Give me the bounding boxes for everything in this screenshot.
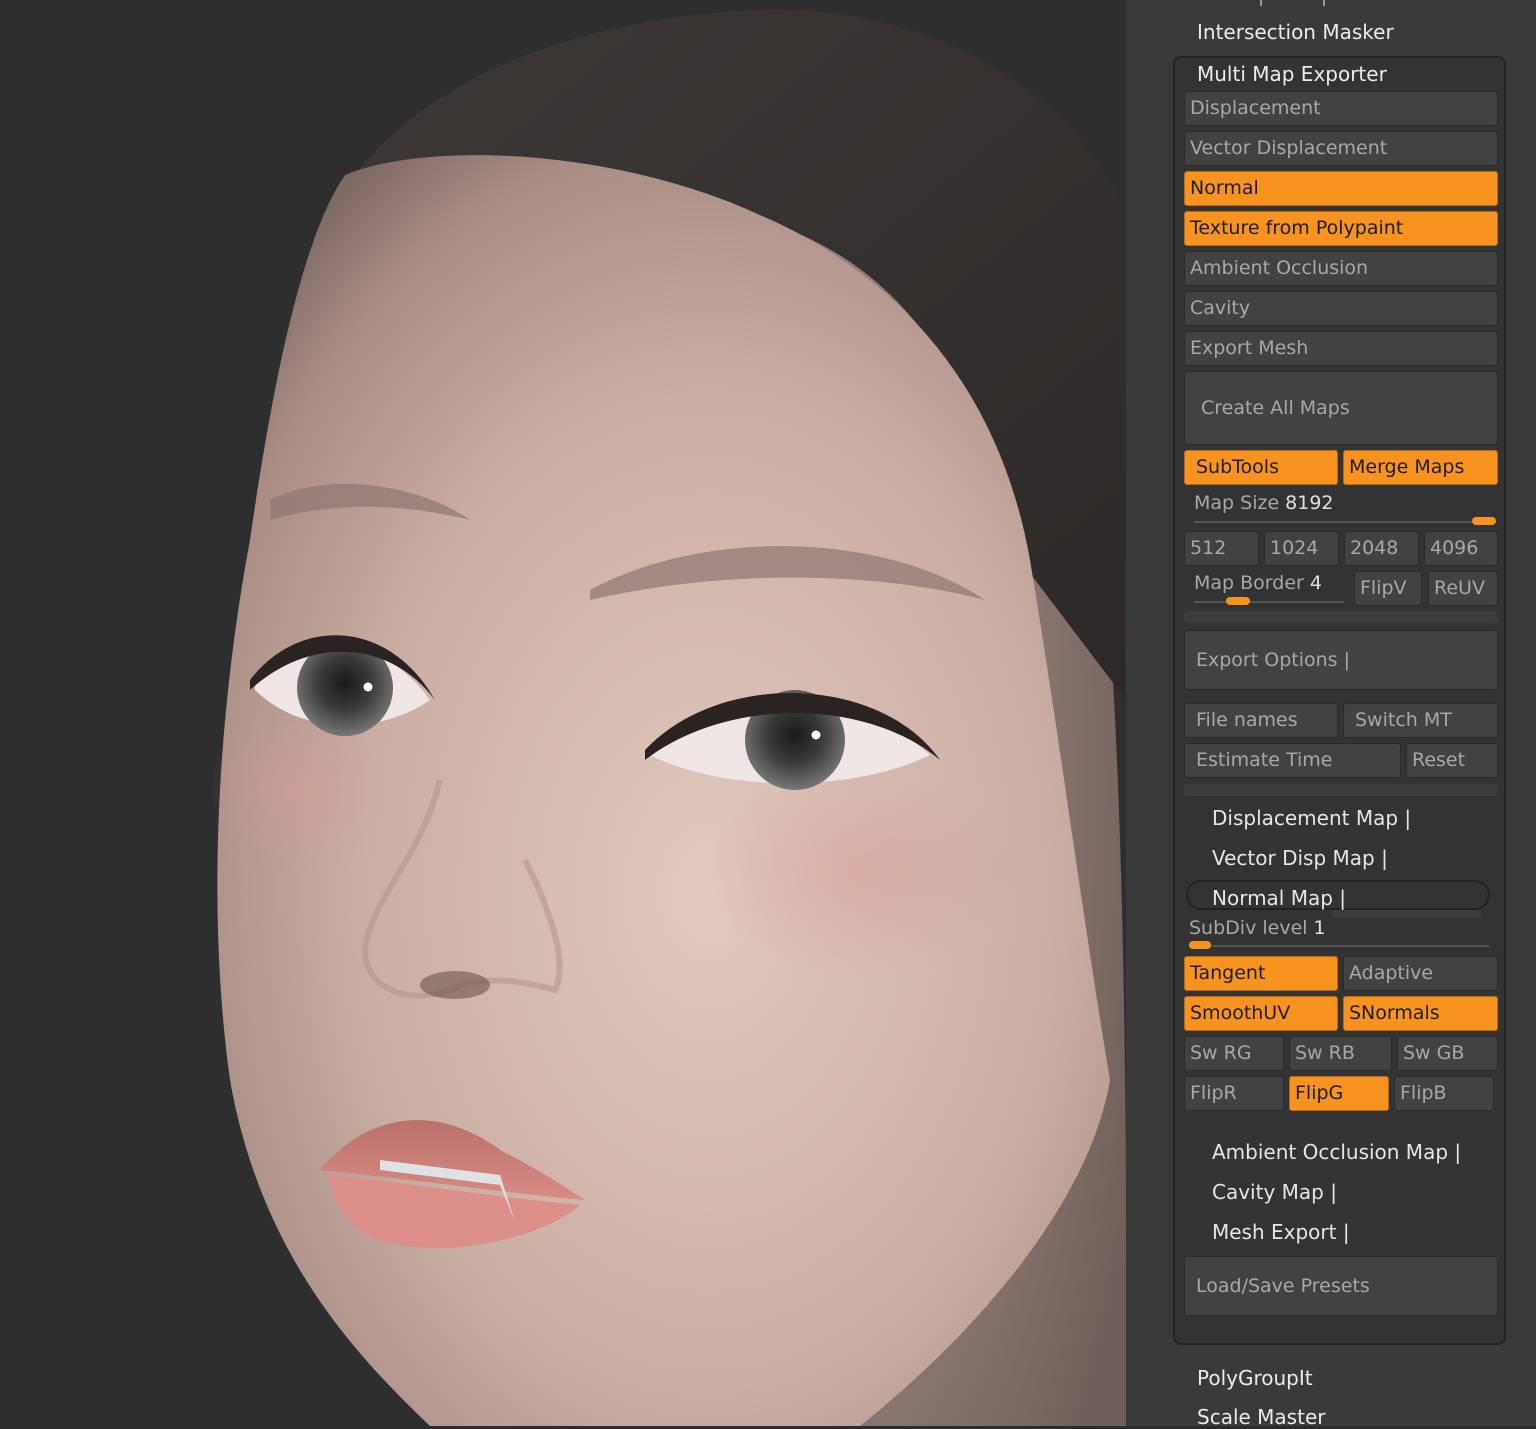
map-size-slider[interactable] [1194,521,1496,523]
file-names-button[interactable]: File names [1184,703,1338,738]
sculpted-head-render [0,0,1126,1426]
cavity-toggle[interactable]: Cavity [1184,291,1498,326]
cavity-map-subpalette[interactable]: Cavity Map | [1212,1180,1337,1204]
displacement-toggle[interactable]: Displacement [1184,91,1498,126]
snormals-toggle[interactable]: SNormals [1343,996,1498,1031]
normal-toggle[interactable]: Normal [1184,171,1498,206]
export-options-button[interactable]: Export Options | [1184,630,1498,690]
map-border-slider[interactable] [1194,601,1344,603]
flipr-toggle[interactable]: FlipR [1184,1076,1284,1111]
sw-gb-toggle[interactable]: Sw GB [1397,1036,1498,1071]
scale-master-item[interactable]: Scale Master [1197,1405,1325,1429]
vector-displacement-toggle[interactable]: Vector Displacement [1184,131,1498,166]
estimate-time-button[interactable]: Estimate Time [1184,743,1401,778]
size-preset-4096[interactable]: 4096 [1424,531,1498,566]
section-divider [1332,910,1482,918]
load-save-presets-button[interactable]: Load/Save Presets [1184,1256,1498,1316]
mesh-export-subpalette[interactable]: Mesh Export | [1212,1220,1350,1244]
texture-from-polypaint-toggle[interactable]: Texture from Polypaint [1184,211,1498,246]
size-preset-2048[interactable]: 2048 [1344,531,1419,566]
ambient-occlusion-toggle[interactable]: Ambient Occlusion [1184,251,1498,286]
map-size-value: 8192 [1285,492,1334,514]
section-divider [1184,784,1498,796]
subdiv-level-slider[interactable] [1189,945,1489,947]
reuv-button[interactable]: ReUV [1428,571,1498,606]
subdiv-level-slider-knob[interactable] [1189,941,1211,949]
switch-mt-button[interactable]: Switch MT [1343,703,1498,738]
export-mesh-toggle[interactable]: Export Mesh [1184,331,1498,366]
ambient-occlusion-map-subpalette[interactable]: Ambient Occlusion Map | [1212,1140,1461,1164]
normal-map-subpalette[interactable]: Normal Map | [1212,886,1346,910]
subdiv-level-slider-label: SubDiv level 1 [1189,917,1326,939]
map-size-slider-label: Map Size 8192 [1194,492,1334,514]
vector-disp-map-subpalette[interactable]: Vector Disp Map | [1212,846,1388,870]
create-all-maps-button[interactable]: Create All Maps [1184,371,1498,445]
adaptive-toggle[interactable]: Adaptive [1343,956,1498,991]
palette-divider [1323,0,1325,6]
merge-maps-toggle[interactable]: Merge Maps [1343,450,1498,485]
multi-map-exporter-title[interactable]: Multi Map Exporter [1197,62,1387,86]
sw-rb-toggle[interactable]: Sw RB [1289,1036,1392,1071]
3d-viewport[interactable] [0,0,1126,1426]
map-border-slider-knob[interactable] [1225,597,1250,605]
size-preset-1024[interactable]: 1024 [1264,531,1339,566]
size-preset-512[interactable]: 512 [1184,531,1259,566]
multi-map-exporter-panel: Multi Map Exporter Displacement Vector D… [1173,56,1506,1345]
flipb-toggle[interactable]: FlipB [1394,1076,1494,1111]
palette-divider [1260,0,1262,6]
smoothuv-toggle[interactable]: SmoothUV [1184,996,1338,1031]
tangent-toggle[interactable]: Tangent [1184,956,1338,991]
zplugin-palette: Intersection Masker Multi Map Exporter D… [1126,0,1536,1429]
section-divider [1184,611,1498,623]
map-size-slider-knob[interactable] [1472,517,1496,525]
intersection-masker-item[interactable]: Intersection Masker [1197,20,1394,44]
polygroupit-item[interactable]: PolyGroupIt [1197,1366,1313,1390]
reset-button[interactable]: Reset [1406,743,1498,778]
sw-rg-toggle[interactable]: Sw RG [1184,1036,1284,1071]
flipg-toggle[interactable]: FlipG [1289,1076,1389,1111]
subdiv-level-value: 1 [1313,917,1326,939]
map-border-value: 4 [1309,572,1322,594]
map-border-slider-label: Map Border 4 [1194,572,1322,594]
flipv-button[interactable]: FlipV [1354,571,1422,606]
subtools-toggle[interactable]: SubTools [1184,450,1338,485]
displacement-map-subpalette[interactable]: Displacement Map | [1212,806,1411,830]
